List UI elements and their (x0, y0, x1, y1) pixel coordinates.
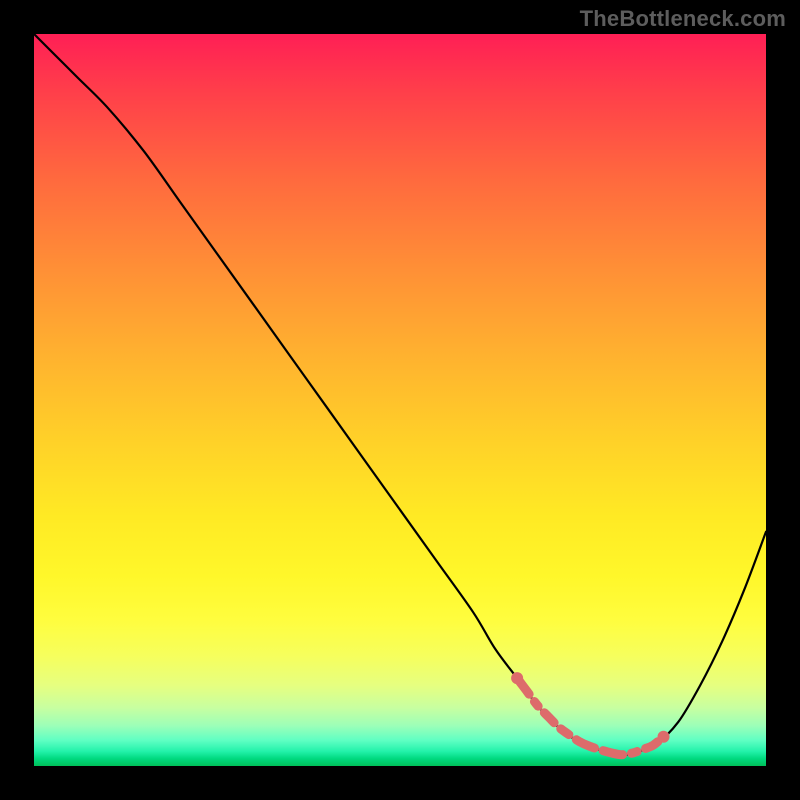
optimal-zone-left-cap (511, 672, 523, 684)
chart-frame: TheBottleneck.com (0, 0, 800, 800)
optimal-zone-dash (517, 678, 663, 755)
bottleneck-curve (34, 34, 766, 766)
curve-line (34, 34, 766, 755)
watermark-text: TheBottleneck.com (580, 6, 786, 32)
optimal-zone-right-cap (658, 731, 670, 743)
plot-area (34, 34, 766, 766)
